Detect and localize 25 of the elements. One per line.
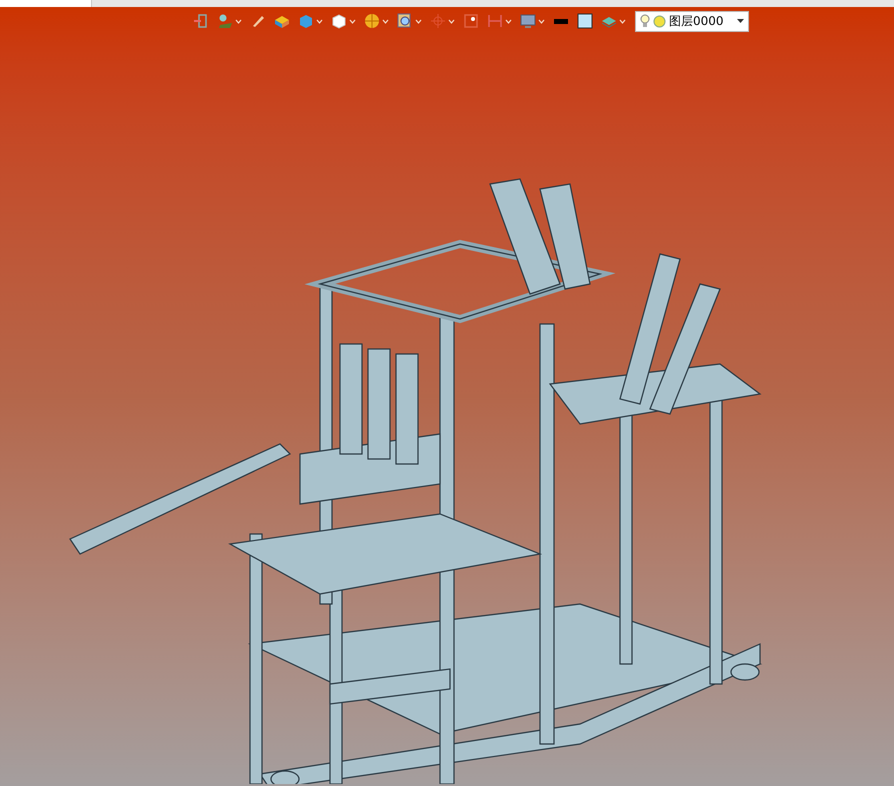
- chevron-down-icon: [538, 18, 545, 24]
- box-icon: [274, 13, 290, 29]
- shaded-sphere-icon: [364, 13, 380, 29]
- chevron-down-icon: [316, 18, 323, 24]
- layer-selector[interactable]: 图层0000: [635, 10, 749, 32]
- color-swatch-icon: [577, 13, 593, 29]
- chevron-down-icon: [505, 18, 512, 24]
- circle-icon: [653, 14, 666, 28]
- layer-name: 图层0000: [669, 15, 724, 27]
- monitor-icon: [520, 13, 536, 29]
- dropdown-caret-icon: [737, 19, 744, 23]
- dimension-icon: [487, 13, 503, 29]
- cube-icon: [298, 13, 314, 29]
- cube-icon: [331, 13, 347, 29]
- chevron-down-icon: [619, 18, 626, 24]
- exit-icon: [193, 13, 209, 29]
- pen-icon: [250, 13, 266, 29]
- chevron-down-icon: [415, 18, 422, 24]
- chevron-down-icon: [448, 18, 455, 24]
- zoom-icon: [397, 13, 413, 29]
- chevron-down-icon: [349, 18, 356, 24]
- chevron-down-icon: [235, 18, 242, 24]
- crosshair-icon: [430, 13, 446, 29]
- chevron-down-icon: [382, 18, 389, 24]
- lightbulb-icon: [640, 14, 650, 28]
